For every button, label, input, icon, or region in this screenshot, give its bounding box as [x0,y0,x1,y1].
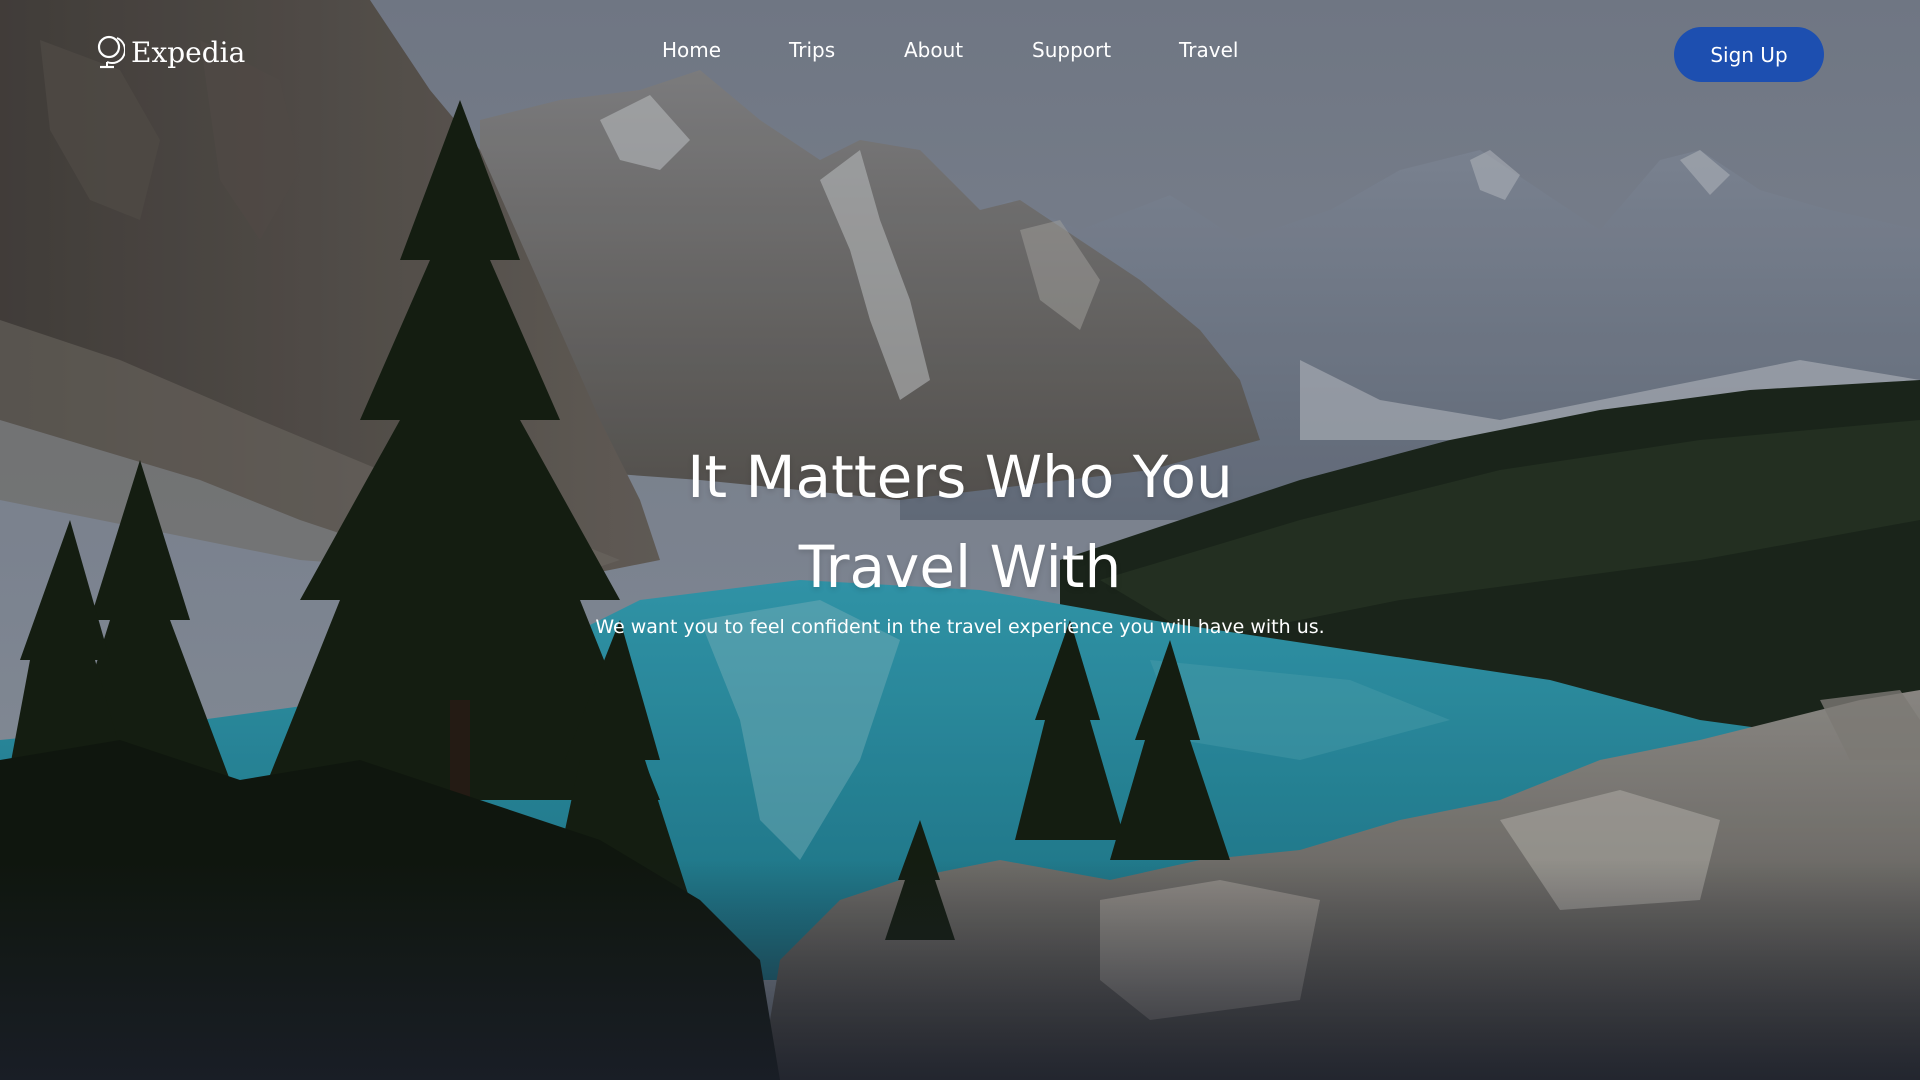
sign-up-button[interactable]: Sign Up [1674,27,1824,82]
hero-section: Expedia Home Trips About Support Travel … [0,0,1920,1080]
nav-item-trips[interactable]: Trips [789,38,835,62]
hero-headline-line-2: Travel With [798,533,1122,601]
nav-item-travel[interactable]: Travel [1179,38,1238,62]
nav-item-home[interactable]: Home [662,38,721,62]
navbar: Expedia Home Trips About Support Travel … [0,0,1920,110]
hero-subtitle: We want you to feel confident in the tra… [595,616,1325,638]
hero-headline: It Matters Who You Travel With [460,432,1460,612]
nav-item-about[interactable]: About [904,38,963,62]
nav-item-support[interactable]: Support [1032,38,1111,62]
main-nav: Home Trips About Support Travel [0,38,1920,68]
hero-headline-line-1: It Matters Who You [687,443,1233,511]
